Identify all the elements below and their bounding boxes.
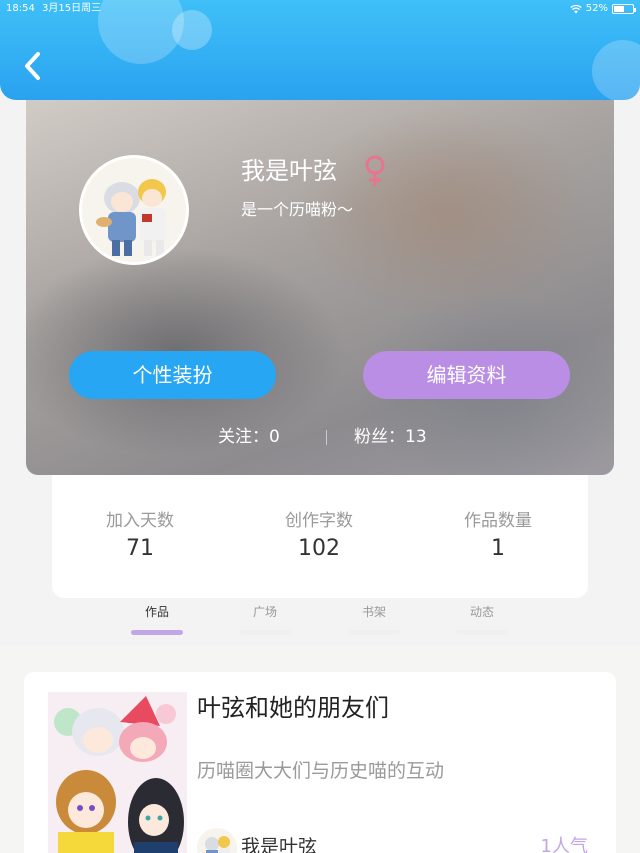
stat-value: 71 [126,536,154,561]
stat-label: 作品数量 [464,511,532,531]
stat-join-days: 加入天数 71 [70,510,210,564]
popularity-count: 1人气 [540,836,588,853]
tab-label: 动态 [469,605,494,619]
stat-word-count: 创作字数 102 [249,510,389,564]
work-card[interactable]: 叶弦和她的朋友们 历喵圈大大们与历史喵的互动 我是叶弦 1人气 [24,672,616,853]
tab-label: 书架 [361,605,386,619]
stat-value: 1 [491,536,505,561]
tab-bookshelf[interactable]: 书架 [334,604,414,635]
following-count[interactable]: 关注：0 [218,425,280,449]
work-cover-image[interactable] [48,692,187,853]
wifi-icon [570,4,582,14]
stat-value: 102 [298,536,340,561]
tab-indicator [456,630,508,635]
profile-card: 我是叶弦 是一个历喵粉～ 个性装扮 编辑资料 关注：0 粉丝：13 [26,92,614,475]
divider [326,430,327,445]
battery-icon [612,4,636,14]
profile-tabs: 作品 广场 书架 动态 [0,598,640,644]
avatar-illustration [82,158,186,262]
follow-stats: 关注：0 粉丝：13 [26,425,614,449]
author-avatar [197,828,237,853]
tab-indicator [348,630,400,635]
tab-indicator [131,630,183,635]
author-avatar-illustration [197,828,237,853]
female-icon [365,155,385,186]
status-right: 52% [570,0,636,18]
author-name: 我是叶弦 [241,836,318,853]
stat-label: 加入天数 [106,511,174,531]
bio: 是一个历喵粉～ [241,200,354,219]
status-bar: 18:54 3月15日周三 52% [0,0,640,18]
work-description: 历喵圈大大们与历史喵的互动 [197,760,445,782]
followers-count[interactable]: 粉丝：13 [354,425,427,449]
tab-label: 广场 [252,605,277,619]
tab-square[interactable]: 广场 [225,604,305,635]
decor-bubble [592,40,640,100]
work-title: 叶弦和她的朋友们 [197,694,389,722]
avatar[interactable] [79,155,189,265]
back-button[interactable] [18,46,52,86]
cover-illustration [48,692,187,853]
following-label: 关注： [218,427,269,447]
tab-works[interactable]: 作品 [117,604,197,635]
tab-indicator [239,630,291,635]
dressup-button[interactable]: 个性装扮 [69,351,276,399]
following-value: 0 [269,427,280,447]
tab-activity[interactable]: 动态 [442,604,522,635]
stats-card: 加入天数 71 创作字数 102 作品数量 1 [52,474,588,598]
edit-profile-button[interactable]: 编辑资料 [363,351,570,399]
top-header: 18:54 3月15日周三 52% [0,0,640,100]
battery-percent: 52% [585,3,608,14]
status-date: 3月15日周三 [42,3,102,14]
followers-label: 粉丝： [354,427,405,447]
stat-label: 创作字数 [285,511,353,531]
status-time: 18:54 [6,3,35,14]
stat-works-count: 作品数量 1 [428,510,568,564]
followers-value: 13 [405,427,427,447]
tab-label: 作品 [144,605,169,619]
username: 我是叶弦 [241,157,337,185]
